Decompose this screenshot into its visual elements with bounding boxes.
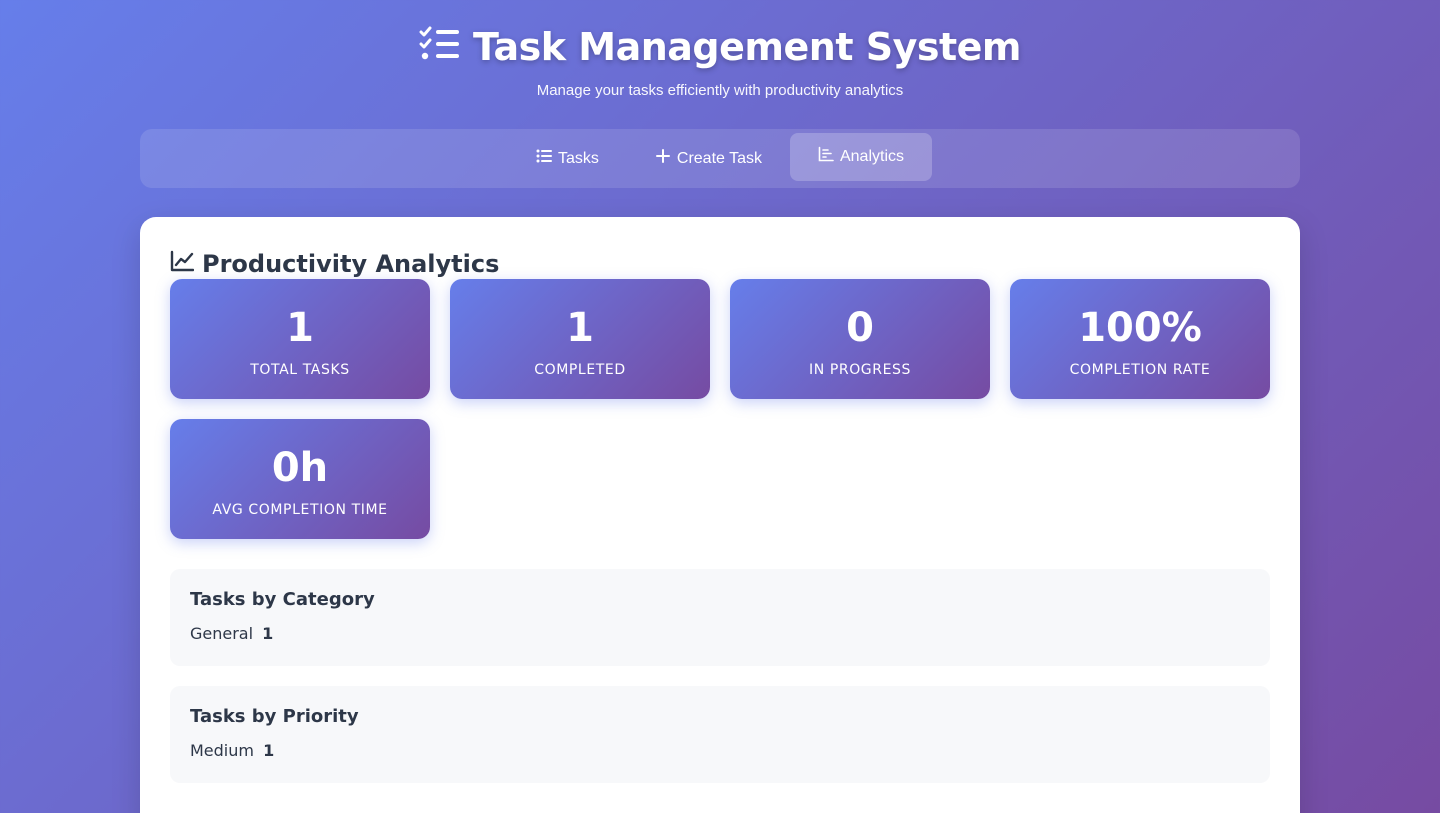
stat-value: 1 [566, 305, 594, 351]
list-icon [536, 148, 552, 169]
task-list-icon [419, 25, 461, 70]
priority-name: Medium [190, 741, 254, 760]
app-title-text: Task Management System [472, 25, 1022, 69]
stat-label: Total Tasks [250, 362, 350, 378]
analytics-title-text: Productivity Analytics [202, 250, 500, 278]
analytics-panel: Productivity Analytics 1 Total Tasks 1 C… [140, 217, 1300, 813]
stat-label: Avg Completion Time [212, 502, 388, 518]
stat-card-completion-rate: 100% Completion Rate [1010, 279, 1270, 399]
stat-card-total-tasks: 1 Total Tasks [170, 279, 430, 399]
tab-create-task[interactable]: Create Task [627, 135, 790, 183]
stats-grid: 1 Total Tasks 1 Completed 0 In Progress … [170, 279, 1270, 539]
app-subtitle: Manage your tasks efficiently with produ… [536, 82, 904, 99]
main-nav: Tasks Create Task Analytics [140, 129, 1300, 188]
line-chart-icon [170, 250, 195, 278]
priority-row: Medium 1 [190, 741, 1250, 760]
stat-card-completed: 1 Completed [450, 279, 710, 399]
plus-icon [655, 148, 671, 169]
section-title: Tasks by Category [190, 589, 375, 610]
category-name: General [190, 624, 254, 643]
stat-value: 0 [846, 305, 874, 351]
app-title: Task Management System [419, 24, 1022, 70]
tab-analytics[interactable]: Analytics [789, 132, 932, 181]
stat-label: Completed [534, 362, 626, 378]
tasks-by-priority: Tasks by Priority Medium 1 [170, 686, 1270, 783]
tab-analytics-label: Analytics [839, 147, 904, 165]
stat-card-avg-completion-time: 0h Avg Completion Time [170, 419, 430, 539]
stat-card-in-progress: 0 In Progress [730, 279, 990, 399]
page-header: Task Management System Manage your tasks… [0, 0, 1440, 99]
stat-label: In Progress [808, 362, 912, 378]
stat-value: 100% [1078, 305, 1202, 351]
stat-value: 1 [286, 305, 314, 351]
priority-count: 1 [263, 741, 275, 760]
analytics-title: Productivity Analytics [170, 249, 1270, 279]
stat-value: 0h [271, 445, 329, 491]
bar-chart-icon [818, 146, 834, 167]
tab-tasks-label: Tasks [557, 149, 599, 167]
category-count: 1 [262, 624, 274, 643]
tab-tasks[interactable]: Tasks [508, 135, 627, 183]
category-row: General 1 [190, 624, 1250, 643]
tasks-by-category: Tasks by Category General 1 [170, 569, 1270, 666]
tab-create-task-label: Create Task [676, 149, 762, 167]
stat-label: Completion Rate [1069, 362, 1211, 378]
section-title: Tasks by Priority [190, 706, 359, 727]
